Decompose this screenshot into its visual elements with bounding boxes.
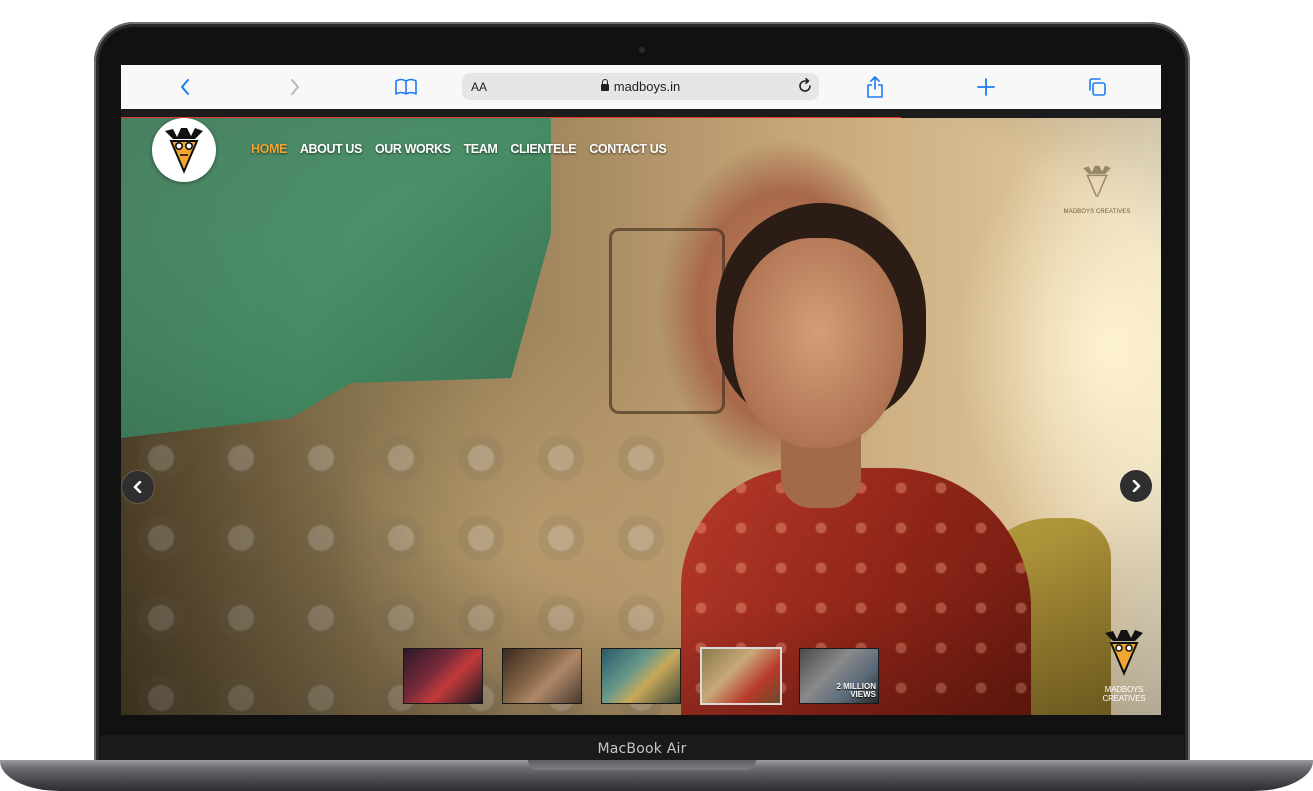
tabs-icon <box>1089 78 1106 96</box>
chevron-right-icon <box>1132 480 1141 492</box>
forward-button[interactable] <box>281 73 309 101</box>
watermark-top-text: MADBOYS CREATIVES <box>1063 209 1131 215</box>
url-text: madboys.in <box>613 79 681 94</box>
slider-next-button[interactable] <box>1120 470 1152 502</box>
share-button[interactable] <box>861 73 889 101</box>
nav-our-works[interactable]: OUR WORKS <box>375 142 451 156</box>
site-logo[interactable] <box>152 118 216 182</box>
thumbnail-caption: 2 MILLION VIEWS <box>836 683 876 699</box>
model-label: MacBook Air <box>597 741 687 757</box>
url-display[interactable]: madboys.in <box>462 79 819 94</box>
chevron-left-icon <box>181 79 189 95</box>
tabs-button[interactable] <box>1083 73 1111 101</box>
nav-team[interactable]: TEAM <box>464 142 498 156</box>
nav-clientele[interactable]: CLIENTELE <box>510 142 576 156</box>
laptop-notch <box>528 760 756 770</box>
watermark-top: MADBOYS CREATIVES <box>1062 161 1132 215</box>
book-icon <box>395 78 417 95</box>
madboys-logo-icon <box>165 128 203 174</box>
screen: AA madboys.in HOME ABOUT US OUR WORKS TE… <box>121 65 1161 715</box>
share-icon <box>867 76 883 98</box>
new-tab-button[interactable] <box>972 73 1000 101</box>
plus-icon <box>977 78 995 96</box>
browser-toolbar: AA madboys.in <box>121 65 1161 110</box>
thumbnail-caption-line2: VIEWS <box>850 690 876 699</box>
madboys-watermark-icon <box>1082 165 1112 197</box>
main-nav: HOME ABOUT US OUR WORKS TEAM CLIENTELE C… <box>251 142 679 156</box>
slider-thumbnail-3[interactable] <box>601 648 681 704</box>
address-bar[interactable]: AA madboys.in <box>462 73 819 100</box>
chevron-right-icon <box>291 79 299 95</box>
reload-button[interactable] <box>797 78 813 99</box>
nav-contact-us[interactable]: CONTACT US <box>589 142 666 156</box>
slider-prev-button[interactable] <box>122 471 154 503</box>
camera-dot <box>639 47 645 53</box>
bookmarks-button[interactable] <box>392 73 420 101</box>
reload-icon <box>799 78 811 92</box>
back-button[interactable] <box>171 73 199 101</box>
watermark-bottom-text: MADBOYS CREATIVES <box>1102 685 1146 703</box>
watermark-bottom: MADBOYS CREATIVES <box>1085 626 1161 703</box>
slider-thumbnail-4[interactable] <box>700 647 782 705</box>
hero-vignette <box>121 118 1161 715</box>
slider-thumbnail-5[interactable]: 2 MILLION VIEWS <box>799 648 879 704</box>
slider-thumbnail-2[interactable] <box>502 648 582 704</box>
laptop-chin: MacBook Air <box>100 735 1184 763</box>
nav-home[interactable]: HOME <box>251 142 287 156</box>
slider-thumbnail-1[interactable] <box>403 648 483 704</box>
lock-icon <box>600 79 609 91</box>
chevron-left-icon <box>133 481 142 493</box>
madboys-watermark-icon <box>1105 630 1143 676</box>
nav-about-us[interactable]: ABOUT US <box>300 142 362 156</box>
hero-slider: HOME ABOUT US OUR WORKS TEAM CLIENTELE C… <box>121 118 1161 715</box>
